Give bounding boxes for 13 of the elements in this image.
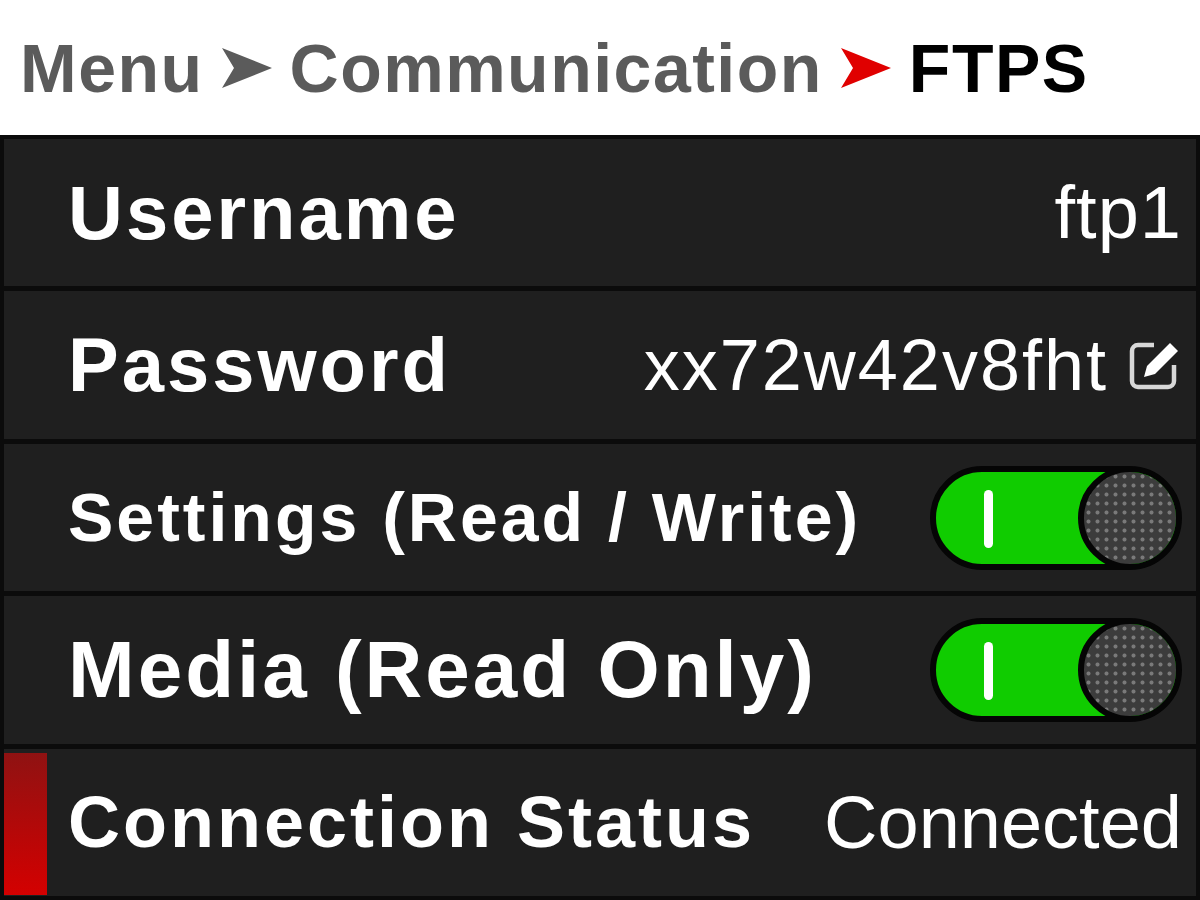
row-label: Username: [68, 170, 460, 255]
status-value: Connected: [824, 781, 1182, 863]
chevron-icon: [221, 47, 272, 88]
row-label: Connection Status: [68, 782, 755, 862]
password-value: xx72w42v8fht: [643, 325, 1108, 405]
breadcrumb-current: FTPS: [908, 33, 1089, 102]
breadcrumb-link[interactable]: Menu: [20, 33, 204, 102]
row-label: Settings (Read / Write): [68, 480, 862, 555]
row-label: Media (Read Only): [68, 625, 817, 714]
row-label: Password: [68, 323, 452, 407]
row-value: ftp1: [1054, 172, 1182, 254]
chevron-icon: [840, 47, 891, 88]
breadcrumb-link[interactable]: Communication: [289, 33, 823, 102]
